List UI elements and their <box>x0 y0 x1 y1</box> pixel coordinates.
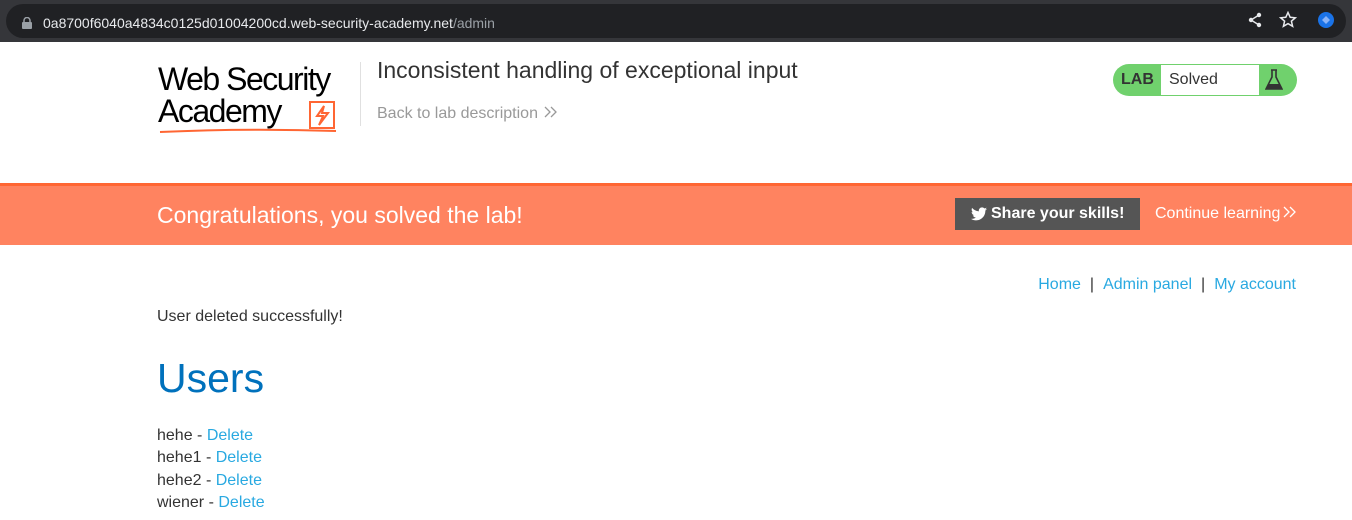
solved-banner: Congratulations, you solved the lab! Sha… <box>0 183 1352 245</box>
share-button-label: Share your skills! <box>991 205 1125 222</box>
flask-icon <box>1265 69 1283 90</box>
user-row: hehe1 - Delete <box>157 447 265 469</box>
nav-my-account-link[interactable]: My account <box>1214 276 1296 293</box>
delete-user-link[interactable]: Delete <box>216 449 262 466</box>
lab-status-text: Solved <box>1169 71 1218 88</box>
extension-icon[interactable] <box>1316 10 1336 30</box>
nav-admin-panel-link[interactable]: Admin panel <box>1103 276 1192 293</box>
address-bar[interactable]: 0a8700f6040a4834c0125d01004200cd.web-sec… <box>6 4 1346 38</box>
user-row-separator: - <box>192 427 207 444</box>
url-host: 0a8700f6040a4834c0125d01004200cd.web-sec… <box>43 15 453 31</box>
delete-user-link[interactable]: Delete <box>207 427 253 444</box>
back-link-label: Back to lab description <box>377 105 538 122</box>
logo-line1: Web Security <box>158 61 331 97</box>
logo-swoosh <box>159 128 337 133</box>
url-text[interactable]: 0a8700f6040a4834c0125d01004200cd.web-sec… <box>43 15 495 31</box>
user-list: hehe - Delete hehe1 - Delete hehe2 - Del… <box>157 425 265 514</box>
lab-badge: LAB <box>1121 71 1154 88</box>
nav-home-link[interactable]: Home <box>1038 276 1081 293</box>
congratulations-message: Congratulations, you solved the lab! <box>157 202 523 228</box>
double-chevron-right-icon <box>544 106 557 118</box>
logo-line2: Academy <box>158 93 282 129</box>
bookmark-star-icon[interactable] <box>1279 11 1297 29</box>
username: wiener <box>157 493 205 511</box>
lock-icon[interactable] <box>22 17 32 29</box>
top-nav: Home | Admin panel | My account <box>1038 276 1296 294</box>
username: hehe1 <box>157 449 202 467</box>
username: hehe2 <box>157 471 202 489</box>
lab-title: Inconsistent handling of exceptional inp… <box>377 57 798 83</box>
double-chevron-right-icon <box>1283 206 1297 218</box>
back-to-lab-description-link[interactable]: Back to lab description <box>377 105 558 123</box>
nav-separator: | <box>1201 276 1206 293</box>
web-security-academy-logo[interactable]: Web Security Academy <box>158 62 358 136</box>
share-icon[interactable] <box>1247 12 1263 28</box>
share-your-skills-button[interactable]: Share your skills! <box>955 198 1140 230</box>
user-row-separator: - <box>201 471 216 489</box>
delete-user-link[interactable]: Delete <box>216 472 262 489</box>
status-message: User deleted successfully! <box>157 308 343 325</box>
user-row-separator: - <box>204 493 219 511</box>
users-heading: Users <box>157 355 265 401</box>
lab-status-box: Solved <box>1161 65 1259 95</box>
user-row: hehe2 - Delete <box>157 470 265 492</box>
url-path: /admin <box>452 15 495 31</box>
browser-toolbar: 0a8700f6040a4834c0125d01004200cd.web-sec… <box>0 0 1352 42</box>
nav-separator: | <box>1089 276 1095 293</box>
continue-learning-label: Continue learning <box>1155 205 1281 222</box>
twitter-icon <box>971 207 987 221</box>
delete-user-link[interactable]: Delete <box>218 494 264 511</box>
user-row-separator: - <box>201 449 216 467</box>
user-row: wiener - Delete <box>157 492 265 514</box>
continue-learning-link[interactable]: Continue learning <box>1155 205 1297 223</box>
username: hehe <box>157 427 193 444</box>
user-row: hehe - Delete <box>157 425 265 447</box>
header-divider <box>360 62 361 126</box>
